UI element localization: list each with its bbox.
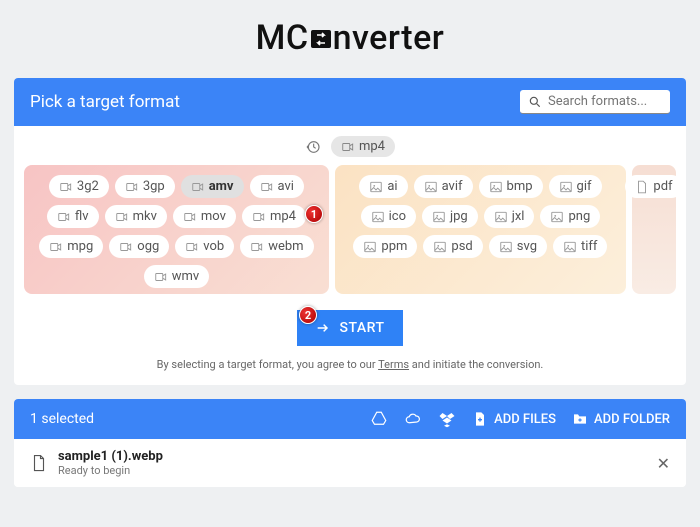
arrow-right-icon (315, 320, 331, 336)
format-chip-mov[interactable]: mov (173, 205, 236, 228)
format-chip-amv[interactable]: amv (181, 175, 244, 198)
file-plus-icon (472, 411, 488, 427)
format-chip-bmp[interactable]: bmp (479, 175, 543, 198)
format-chip-ppm[interactable]: ppm (353, 235, 417, 258)
video-category: 3g2 3gp amvavi flvmkvmov mp4 mpgoggvobwebm wmv… (24, 165, 329, 294)
add-folder-button[interactable]: ADD FOLDER (572, 411, 670, 427)
format-chip-3g2[interactable]: 3g2 (49, 175, 109, 198)
remove-file-button[interactable]: ✕ (657, 454, 670, 473)
search-icon (528, 95, 542, 109)
file-icon (30, 454, 48, 472)
search-box[interactable] (520, 90, 670, 114)
search-input[interactable] (548, 94, 658, 109)
format-chip-ai[interactable]: ai (359, 175, 407, 198)
folder-plus-icon (572, 411, 588, 427)
app-logo: MCnverter (0, 0, 700, 78)
files-panel: 1 selected ADD FILES ADD FOLDER sample1 … (14, 399, 686, 487)
swap-icon (309, 27, 333, 51)
format-chip-psd[interactable]: psd (423, 235, 482, 258)
format-chip-3gp[interactable]: 3gp (115, 175, 175, 198)
format-chip-pdf[interactable]: pdf (625, 175, 682, 198)
format-chip-avif[interactable]: avif (414, 175, 473, 198)
format-chip-jpg[interactable]: jpg (422, 205, 478, 228)
format-chip-flv[interactable]: flv (47, 205, 99, 228)
document-category: pdf (632, 165, 676, 294)
video-icon (341, 140, 355, 154)
recent-row: mp4 (14, 126, 686, 165)
format-chip-gif[interactable]: gif (549, 175, 602, 198)
terms-link[interactable]: Terms (378, 358, 409, 371)
file-name: sample1 (1).webp (58, 449, 163, 464)
file-status: Ready to begin (58, 464, 163, 477)
format-chip-vob[interactable]: vob (175, 235, 234, 258)
dropbox-icon[interactable] (438, 410, 456, 428)
format-chip-mpg[interactable]: mpg (39, 235, 103, 258)
selected-count: 1 selected (30, 411, 94, 427)
recent-format-chip[interactable]: mp4 (331, 136, 395, 157)
callout-1: 1 (305, 205, 323, 223)
format-chip-png[interactable]: png (540, 205, 600, 228)
history-icon (305, 139, 321, 155)
format-chip-ogg[interactable]: ogg (109, 235, 169, 258)
terms-text: By selecting a target format, you agree … (14, 352, 686, 385)
format-title: Pick a target format (30, 92, 180, 112)
format-chip-mp4[interactable]: mp4 (242, 205, 306, 228)
format-picker-panel: Pick a target format mp4 3g2 3gp amvavi flv… (14, 78, 686, 385)
format-chip-webm[interactable]: webm (240, 235, 313, 258)
file-row: sample1 (1).webp Ready to begin ✕ (14, 439, 686, 487)
format-chip-ico[interactable]: ico (361, 205, 416, 228)
cloud-icon[interactable] (404, 410, 422, 428)
image-category: aiavifbmpgif icojpgjxlpng ppmpsdsvgtiff (335, 165, 626, 294)
format-chip-svg[interactable]: svg (489, 235, 547, 258)
format-chip-avi[interactable]: avi (250, 175, 304, 198)
format-chip-jxl[interactable]: jxl (484, 205, 535, 228)
format-chip-tiff[interactable]: tiff (553, 235, 607, 258)
format-chip-wmv[interactable]: wmv (144, 265, 209, 288)
callout-2: 2 (299, 306, 317, 324)
format-header: Pick a target format (14, 78, 686, 126)
gdrive-icon[interactable] (370, 410, 388, 428)
files-toolbar: 1 selected ADD FILES ADD FOLDER (14, 399, 686, 439)
format-chip-mkv[interactable]: mkv (105, 205, 167, 228)
add-files-button[interactable]: ADD FILES (472, 411, 556, 427)
